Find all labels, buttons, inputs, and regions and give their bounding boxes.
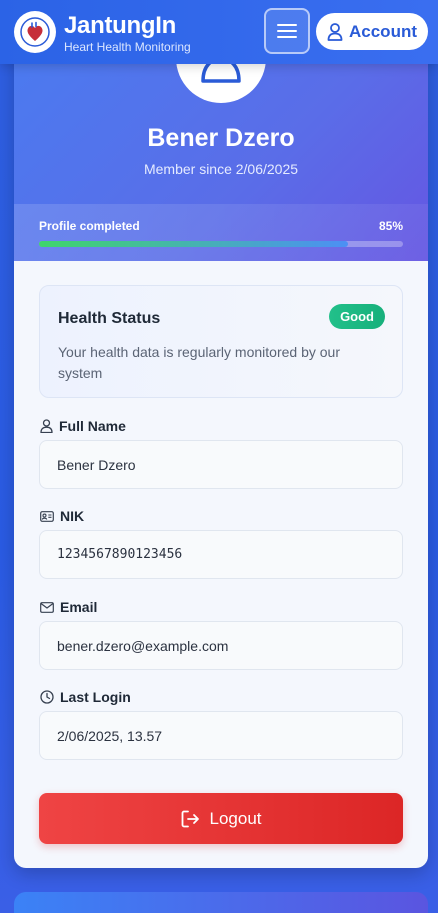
member-since: Member since 2/06/2025 bbox=[143, 161, 299, 177]
last-login-field[interactable]: 2/06/2025, 13.57 bbox=[39, 711, 403, 760]
nik-label-text: NIK bbox=[60, 508, 85, 524]
profile-card: Bener Dzero Member since 2/06/2025 Profi… bbox=[14, 30, 428, 868]
email-label-text: Email bbox=[60, 599, 98, 615]
account-label: Account bbox=[349, 21, 417, 41]
logout-label: Logout bbox=[209, 808, 262, 828]
progress-fill bbox=[39, 241, 349, 247]
health-status-description: Your health data is regularly monitored … bbox=[58, 344, 340, 381]
id-card-icon bbox=[40, 511, 54, 522]
full-name-field[interactable]: Bener Dzero bbox=[39, 440, 403, 489]
user-icon bbox=[40, 419, 53, 433]
user-name: Bener Dzero bbox=[147, 124, 295, 152]
account-button[interactable]: Account bbox=[316, 13, 428, 50]
full-name-label: Full Name bbox=[40, 418, 126, 434]
nik-field[interactable]: 1234567890123456 bbox=[39, 530, 403, 579]
next-card bbox=[14, 892, 428, 913]
profile-progress: Profile completed 85% bbox=[14, 204, 428, 261]
brand-name[interactable]: JantungIn bbox=[64, 12, 176, 40]
clock-icon bbox=[40, 690, 54, 704]
progress-value: 85% bbox=[378, 219, 403, 233]
brand-subtitle: Heart Health Monitoring bbox=[64, 40, 191, 54]
nik-label: NIK bbox=[40, 508, 84, 524]
user-icon bbox=[327, 22, 343, 41]
mail-icon bbox=[40, 601, 54, 613]
logout-icon bbox=[181, 810, 199, 827]
progress-label: Profile completed bbox=[39, 219, 140, 233]
menu-button[interactable] bbox=[264, 8, 310, 54]
health-status-title: Health Status bbox=[58, 310, 161, 327]
last-login-label: Last Login bbox=[40, 689, 131, 705]
logout-button[interactable]: Logout bbox=[39, 793, 403, 844]
health-status-box: Health Status Good Your health data is r… bbox=[39, 285, 403, 398]
hamburger-icon bbox=[277, 24, 297, 38]
full-name-label-text: Full Name bbox=[59, 418, 126, 434]
progress-track bbox=[39, 241, 403, 247]
profile-hero: Bener Dzero Member since 2/06/2025 Profi… bbox=[14, 30, 428, 261]
last-login-label-text: Last Login bbox=[60, 689, 131, 705]
status-badge: Good bbox=[329, 304, 385, 329]
heart-logo-icon[interactable] bbox=[14, 11, 56, 53]
email-field[interactable]: bener.dzero@example.com bbox=[39, 621, 403, 670]
email-label: Email bbox=[40, 599, 97, 615]
top-navbar: JantungIn Heart Health Monitoring Accoun… bbox=[0, 0, 438, 64]
